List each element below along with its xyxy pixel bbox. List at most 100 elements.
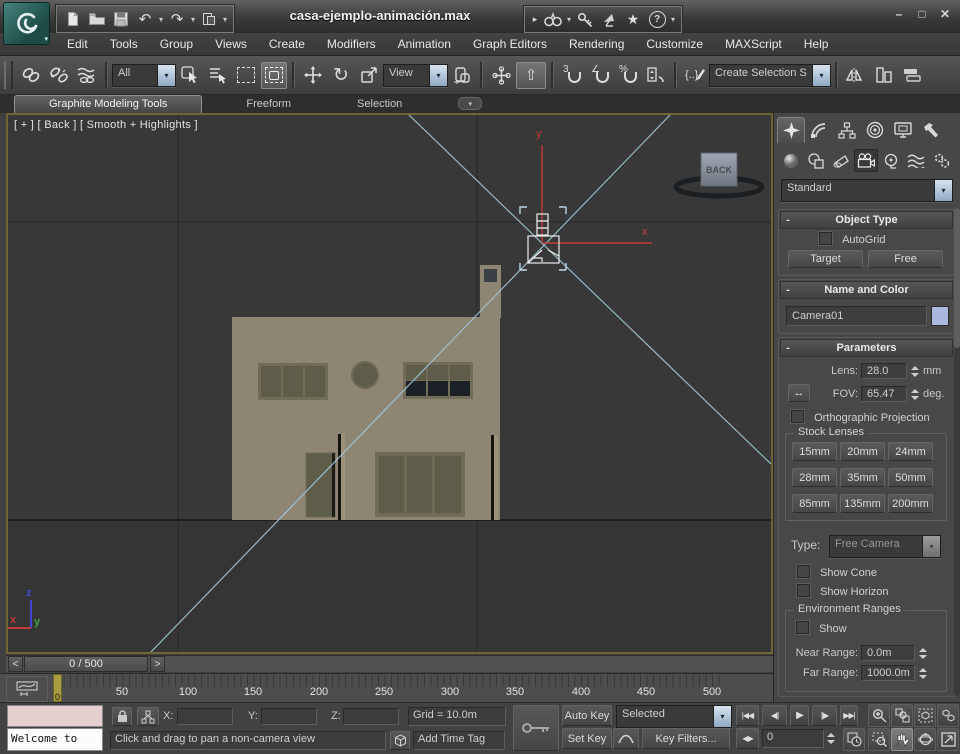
communication-satellite-icon[interactable] (597, 9, 621, 31)
select-and-move-icon[interactable] (300, 62, 326, 89)
lens-15mm-button[interactable]: 15mm (792, 442, 837, 461)
frame-spinner[interactable] (826, 729, 836, 748)
fov-direction-button[interactable]: ↔ (788, 384, 810, 402)
selection-set-combo[interactable]: Selected ▾ (616, 705, 732, 728)
pan-view-button[interactable] (891, 728, 913, 751)
category-helpers[interactable] (879, 149, 903, 172)
absolute-offset-mode-toggle[interactable] (137, 707, 159, 726)
snaps-toggle-3d-icon[interactable]: 3 (559, 62, 585, 89)
redo-dropdown-caret[interactable]: ▾ (189, 15, 197, 24)
project-dropdown-caret[interactable]: ▾ (221, 15, 229, 24)
help-icon[interactable]: ? (645, 9, 669, 31)
close-button[interactable]: ✕ (938, 7, 952, 21)
set-keys-button[interactable] (513, 705, 559, 751)
help-caret[interactable]: ▾ (669, 15, 677, 24)
menu-create[interactable]: Create (258, 34, 316, 54)
angle-snap-toggle-icon[interactable]: ∠ (587, 62, 613, 89)
combo-arrow-icon[interactable]: ▾ (429, 65, 447, 86)
ribbon-tab-graphite[interactable]: Graphite Modeling Tools (14, 95, 202, 113)
open-file-button[interactable] (85, 8, 109, 30)
time-slider-field[interactable]: 0 / 500 (24, 656, 148, 672)
maxscript-macro-recorder[interactable] (7, 705, 103, 727)
orthographic-checkbox[interactable] (791, 410, 804, 423)
combo-arrow-icon[interactable]: ▾ (812, 65, 830, 86)
edit-named-selection-sets-icon[interactable]: {..} (682, 62, 708, 89)
lens-35mm-button[interactable]: 35mm (840, 468, 885, 487)
rectangular-selection-region-icon[interactable] (233, 62, 259, 89)
combo-arrow-icon[interactable]: ▾ (934, 180, 952, 201)
name-color-header[interactable]: - Name and Color (780, 281, 953, 299)
object-class-combo[interactable]: Standard ▾ (781, 179, 953, 202)
reference-coordinate-system-combo[interactable]: View ▾ (383, 64, 448, 87)
selection-lock-toggle[interactable] (112, 707, 132, 726)
fov-field[interactable]: 65.47 (861, 386, 907, 402)
expand-toolbar-icon[interactable]: ▸ (529, 9, 541, 31)
category-cameras[interactable] (854, 149, 878, 172)
go-to-end-button[interactable]: ▶▶| (840, 705, 858, 726)
select-and-rotate-icon[interactable]: ↻ (328, 62, 354, 89)
unlink-selection-icon[interactable] (46, 62, 72, 89)
maxscript-mini-listener[interactable]: Welcome to (7, 728, 103, 751)
play-animation-button[interactable]: ▶ (790, 705, 809, 726)
env-show-checkbox[interactable] (796, 621, 809, 634)
select-and-link-icon[interactable] (18, 62, 44, 89)
target-camera-button[interactable]: Target (788, 250, 863, 268)
category-geometry[interactable] (779, 149, 803, 172)
far-range-field[interactable]: 1000.0m (861, 665, 915, 681)
viewport-label[interactable]: [ + ] [ Back ] [ Smooth + Highlights ] (14, 119, 198, 131)
lens-50mm-button[interactable]: 50mm (888, 468, 933, 487)
redo-button[interactable]: ↷ (165, 8, 189, 30)
ribbon-tab-freeform[interactable]: Freeform (230, 96, 307, 113)
zoom-extents-all-button[interactable] (937, 704, 959, 727)
tab-create[interactable] (777, 117, 805, 143)
select-and-manipulate-icon[interactable] (488, 62, 514, 89)
zoom-extents-button[interactable] (914, 704, 936, 727)
maximize-button[interactable]: □ (915, 7, 929, 21)
mirror-icon[interactable] (843, 62, 869, 89)
align-icon[interactable] (871, 62, 897, 89)
ribbon-tab-selection[interactable]: Selection (341, 96, 418, 113)
near-range-field[interactable]: 0.0m (861, 645, 915, 661)
category-systems[interactable] (929, 149, 953, 172)
show-horizon-checkbox[interactable] (797, 584, 810, 597)
spinner-snap-toggle-icon[interactable] (643, 62, 669, 89)
save-file-button[interactable] (109, 8, 133, 30)
lens-135mm-button[interactable]: 135mm (840, 494, 885, 513)
track-bar[interactable]: 50 100 150 200 250 300 350 400 450 500 0 (0, 673, 773, 702)
camera01-object[interactable] (520, 207, 566, 270)
tab-utilities[interactable] (917, 117, 945, 143)
z-coordinate-field[interactable] (343, 708, 399, 725)
autogrid-checkbox[interactable] (819, 232, 832, 245)
maximize-viewport-toggle[interactable] (937, 728, 959, 751)
use-pivot-point-icon[interactable] (449, 62, 475, 89)
manage-layers-icon[interactable] (899, 62, 925, 89)
tab-modify[interactable] (805, 117, 833, 143)
fov-spinner[interactable] (910, 386, 920, 402)
new-scene-button[interactable] (61, 8, 85, 30)
viewcube[interactable]: BACK (676, 153, 762, 196)
keyboard-shortcut-override-toggle[interactable]: ⇧ (516, 62, 546, 89)
lens-85mm-button[interactable]: 85mm (792, 494, 837, 513)
key-icon[interactable] (573, 9, 597, 31)
category-space-warps[interactable] (904, 149, 928, 172)
object-type-header[interactable]: - Object Type (780, 211, 953, 229)
field-of-view-region-zoom-button[interactable] (868, 728, 890, 751)
lens-28mm-button[interactable]: 28mm (792, 468, 837, 487)
object-color-swatch[interactable] (931, 306, 949, 326)
lens-spinner[interactable] (910, 363, 920, 379)
near-range-spinner[interactable] (918, 645, 928, 661)
bind-to-space-warp-icon[interactable] (74, 62, 100, 89)
lens-20mm-button[interactable]: 20mm (840, 442, 885, 461)
menu-tools[interactable]: Tools (99, 34, 149, 54)
house-model[interactable] (232, 265, 501, 520)
scrollbar-thumb[interactable] (954, 208, 960, 348)
panel-scrollbar[interactable] (954, 208, 960, 696)
free-camera-button[interactable]: Free (868, 250, 943, 268)
selection-filter-combo[interactable]: All ▾ (112, 64, 176, 87)
next-frame-button[interactable]: ||▶ (812, 705, 837, 726)
category-lights[interactable] (829, 149, 853, 172)
undo-dropdown-caret[interactable]: ▾ (157, 15, 165, 24)
project-folder-button[interactable] (197, 8, 221, 30)
lens-24mm-button[interactable]: 24mm (888, 442, 933, 461)
minimize-button[interactable]: – (892, 7, 906, 21)
